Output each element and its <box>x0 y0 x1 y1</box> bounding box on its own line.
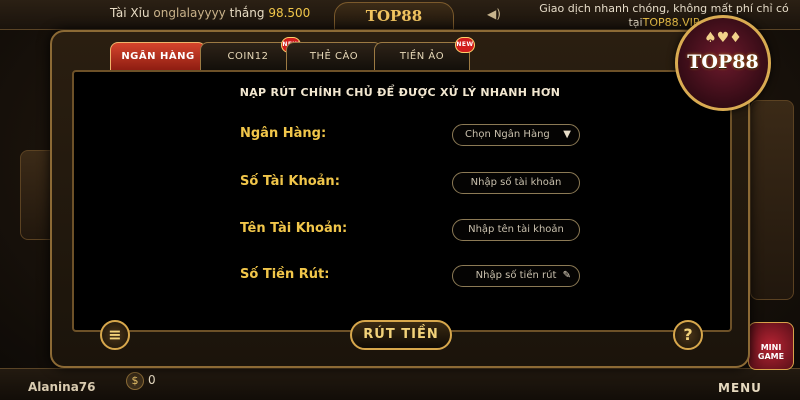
top88-logo: ♠♥♦ TOP88 <box>675 15 771 111</box>
tab-label: COIN12 <box>227 51 269 62</box>
balance: 0 <box>148 373 156 387</box>
amount-placeholder: Nhập số tiền rút <box>475 270 557 281</box>
volume-icon[interactable]: ◀) <box>487 7 501 21</box>
logo-text: TOP88 <box>687 51 759 73</box>
tab-the-cao[interactable]: THẺ CÀO <box>286 42 382 70</box>
amount-input[interactable]: Nhập số tiền rút ✎ <box>452 265 580 287</box>
mini-game-button[interactable]: MINI GAME <box>748 322 794 370</box>
tab-label: NGÂN HÀNG <box>121 51 195 62</box>
account-number-label: Số Tài Khoản: <box>240 174 340 189</box>
ticker-verb: thắng <box>229 6 265 20</box>
promo-prefix: tại <box>628 16 643 29</box>
bank-label: Ngân Hàng: <box>240 126 327 141</box>
ticker-game: Tài Xỉu <box>110 6 150 20</box>
top-logo: TOP88 <box>334 2 454 30</box>
tab-label: TIỀN ẢO <box>399 51 445 62</box>
account-number-input[interactable]: Nhập số tài khoản <box>452 172 580 194</box>
account-name-label: Tên Tài Khoản: <box>240 221 348 236</box>
tab-tien-ao[interactable]: TIỀN ẢO NEW <box>374 37 475 70</box>
bank-select-value: Chọn Ngân Hàng <box>465 129 550 140</box>
game-card-right[interactable] <box>750 100 794 300</box>
help-button[interactable]: ? <box>673 320 703 350</box>
form-panel <box>72 70 732 332</box>
username: Alanina76 <box>28 380 96 394</box>
amount-label: Số Tiền Rút: <box>240 267 330 282</box>
chevron-down-icon: ▼ <box>563 129 571 140</box>
ticker-amount: 98.500 <box>268 6 311 20</box>
menu-button[interactable]: MENU <box>718 381 762 395</box>
new-badge: NEW <box>455 37 475 53</box>
cards-icon: ♠♥♦ <box>704 30 742 46</box>
win-ticker: Tài Xỉu onglalayyyy thắng 98.500 <box>110 6 310 20</box>
form-title: NẠP RÚT CHÍNH CHỦ ĐỂ ĐƯỢC XỬ LÝ NHANH HƠ… <box>239 86 561 99</box>
coin-icon: $ <box>126 372 144 390</box>
withdraw-button[interactable]: RÚT TIỀN <box>350 320 452 350</box>
ticker-user: onglalayyyy <box>153 6 226 20</box>
tab-coin12[interactable]: COIN12 NEW <box>200 37 301 70</box>
top-bar: Tài Xỉu onglalayyyy thắng 98.500 TOP88 ◀… <box>0 0 800 30</box>
bottom-bar <box>0 368 800 400</box>
bank-select[interactable]: Chọn Ngân Hàng ▼ <box>452 124 580 146</box>
promo-line-1: Giao dịch nhanh chóng, không mất phí chỉ… <box>539 2 789 15</box>
account-name-input[interactable]: Nhập tên tài khoản <box>452 219 580 241</box>
notes-icon[interactable]: ≡ <box>100 320 130 350</box>
tab-ngan-hang[interactable]: NGÂN HÀNG <box>110 42 206 70</box>
promo-text: Giao dịch nhanh chóng, không mất phí chỉ… <box>534 2 794 30</box>
edit-icon: ✎ <box>562 270 571 281</box>
tab-label: THẺ CÀO <box>309 51 359 62</box>
